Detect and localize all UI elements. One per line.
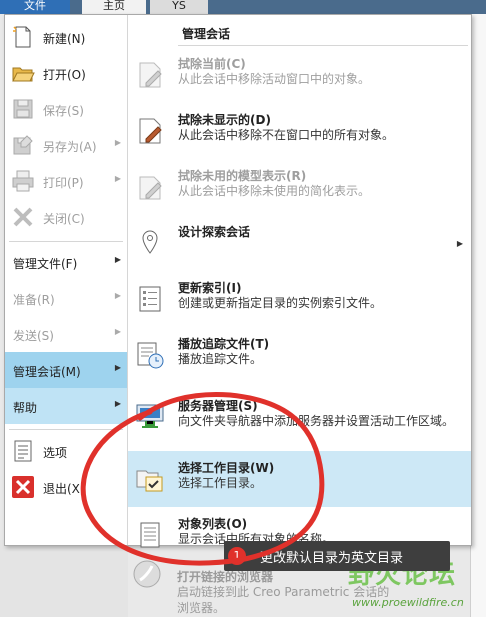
menu-send[interactable]: 发送(S) ▶ xyxy=(5,316,127,352)
submenu-play-trail[interactable]: 播放追踪文件(T) 播放追踪文件。 xyxy=(128,327,471,383)
folder-open-icon xyxy=(12,67,35,82)
ribbon-tab-bar xyxy=(0,0,486,14)
submenu-item-desc: 选择工作目录。 xyxy=(178,476,263,490)
submenu-item-desc: 创建或更新指定目录的实例索引文件。 xyxy=(178,296,383,310)
menu-manage-files[interactable]: 管理文件(F) ▶ xyxy=(5,244,127,280)
menu-send-label: 发送(S) xyxy=(13,329,54,343)
menu-open[interactable]: 打开(O) xyxy=(5,55,127,91)
menu-save[interactable]: 保存(S) xyxy=(5,91,127,127)
menu-manage-session[interactable]: 管理会话(M) ▶ xyxy=(5,352,127,388)
menu-exit-label: 退出(X) xyxy=(43,482,85,496)
submenu-item-title: 拭除未用的模型表示(R) xyxy=(178,169,307,183)
submenu-erase-unused-reps[interactable]: 拭除未用的模型表示(R) 从此会话中移除未使用的简化表示。 xyxy=(128,159,471,215)
save-as-icon xyxy=(13,135,33,155)
watermark-url: www.proewildfire.cn xyxy=(352,596,464,609)
divider xyxy=(9,241,123,242)
submenu-item-desc: 从此会话中移除未使用的简化表示。 xyxy=(178,184,371,198)
menu-save-as-label: 另存为(A) xyxy=(43,140,97,154)
file-menu-popup: 新建(N) 打开(O) 保存(S) 另存为(A) ▶ 打印(P) ▶ 关闭(C)… xyxy=(4,14,472,548)
file-menu-left-pane: 新建(N) 打开(O) 保存(S) 另存为(A) ▶ 打印(P) ▶ 关闭(C)… xyxy=(5,15,128,545)
background-left-area xyxy=(0,540,128,617)
options-icon xyxy=(14,440,32,462)
background-right-edge xyxy=(470,14,486,617)
linked-browser-icon xyxy=(133,560,161,588)
close-icon xyxy=(13,207,33,227)
menu-print-label: 打印(P) xyxy=(43,176,84,190)
submenu-item-title: 更新索引(I) xyxy=(178,281,242,295)
menu-open-label: 打开(O) xyxy=(43,68,86,82)
menu-exit[interactable]: 退出(X) xyxy=(5,469,127,505)
manage-session-submenu: 管理会话 拭除当前(C) 从此会话中移除活动窗口中的对象。 拭除未显示的(D) … xyxy=(128,15,471,548)
menu-prepare-label: 准备(R) xyxy=(13,293,55,307)
tab-file[interactable]: 文件 xyxy=(0,0,70,14)
chevron-right-icon: ▶ xyxy=(114,399,121,408)
chevron-right-icon: ▶ xyxy=(114,138,121,147)
submenu-item-title: 拭除当前(C) xyxy=(178,57,246,71)
divider xyxy=(9,429,123,430)
tab-ys[interactable]: YS xyxy=(150,0,208,14)
menu-manage-session-label: 管理会话(M) xyxy=(13,365,81,379)
submenu-design-exploration[interactable]: 设计探索会话 ▶ xyxy=(128,215,471,271)
chevron-right-icon: ▶ xyxy=(114,327,121,336)
submenu-item-title: 设计探索会话 xyxy=(178,225,251,239)
submenu-header: 管理会话 xyxy=(182,27,231,41)
submenu-item-desc: 从此会话中移除不在窗口中的所有对象。 xyxy=(178,128,395,142)
tab-home[interactable]: 主页 xyxy=(82,0,146,14)
submenu-item-desc: 向文件夹导航器中添加服务器并设置活动工作区域。 xyxy=(178,414,455,428)
submenu-item-desc: 播放追踪文件。 xyxy=(178,352,263,366)
select-working-dir-icon xyxy=(136,470,163,492)
chevron-right-icon: ▶ xyxy=(114,291,121,300)
menu-close-label: 关闭(C) xyxy=(43,212,85,226)
server-management-icon xyxy=(136,404,164,428)
erase-not-displayed-icon xyxy=(139,118,162,144)
menu-print[interactable]: 打印(P) ▶ xyxy=(5,163,127,199)
print-icon xyxy=(12,170,34,192)
submenu-erase-current[interactable]: 拭除当前(C) 从此会话中移除活动窗口中的对象。 xyxy=(128,47,471,103)
submenu-item-title: 选择工作目录(W) xyxy=(178,461,275,475)
menu-prepare[interactable]: 准备(R) ▶ xyxy=(5,280,127,316)
menu-help-label: 帮助 xyxy=(13,401,38,415)
menu-close[interactable]: 关闭(C) xyxy=(5,199,127,235)
menu-save-as[interactable]: 另存为(A) ▶ xyxy=(5,127,127,163)
submenu-item-title: 拭除未显示的(D) xyxy=(178,113,271,127)
menu-manage-files-label: 管理文件(F) xyxy=(13,257,78,271)
annotation-number-badge: 1 xyxy=(228,547,246,565)
submenu-item-title: 服务器管理(S) xyxy=(178,399,258,413)
erase-current-icon xyxy=(139,62,162,88)
play-trail-icon xyxy=(137,342,164,369)
menu-save-label: 保存(S) xyxy=(43,104,84,118)
annotation-text: 更改默认目录为英文目录 xyxy=(260,551,404,566)
design-exploration-icon xyxy=(142,230,158,254)
submenu-server-management[interactable]: 服务器管理(S) 向文件夹导航器中添加服务器并设置活动工作区域。 xyxy=(128,389,471,445)
menu-new-label: 新建(N) xyxy=(43,32,86,46)
exit-icon xyxy=(12,476,34,498)
save-icon xyxy=(13,99,33,119)
divider xyxy=(178,45,468,46)
submenu-item-desc: 从此会话中移除活动窗口中的对象。 xyxy=(178,72,371,86)
menu-new[interactable]: 新建(N) xyxy=(5,19,127,55)
submenu-select-working-dir[interactable]: 选择工作目录(W) 选择工作目录。 xyxy=(128,451,471,507)
chevron-right-icon: ▶ xyxy=(456,239,463,248)
update-index-icon xyxy=(139,286,161,312)
new-document-icon xyxy=(13,26,31,48)
menu-options-label: 选项 xyxy=(43,446,68,460)
submenu-update-index[interactable]: 更新索引(I) 创建或更新指定目录的实例索引文件。 xyxy=(128,271,471,327)
chevron-right-icon: ▶ xyxy=(114,255,121,264)
submenu-item-title: 播放追踪文件(T) xyxy=(178,337,270,351)
erase-unused-reps-icon xyxy=(139,176,162,200)
menu-help[interactable]: 帮助 ▶ xyxy=(5,388,127,424)
submenu-item-title: 对象列表(O) xyxy=(178,517,248,531)
submenu-erase-not-displayed[interactable]: 拭除未显示的(D) 从此会话中移除不在窗口中的所有对象。 xyxy=(128,103,471,159)
annotation-tooltip: 1 更改默认目录为英文目录 xyxy=(224,541,450,571)
menu-options[interactable]: 选项 xyxy=(5,433,127,469)
chevron-right-icon: ▶ xyxy=(114,363,121,372)
chevron-right-icon: ▶ xyxy=(114,174,121,183)
